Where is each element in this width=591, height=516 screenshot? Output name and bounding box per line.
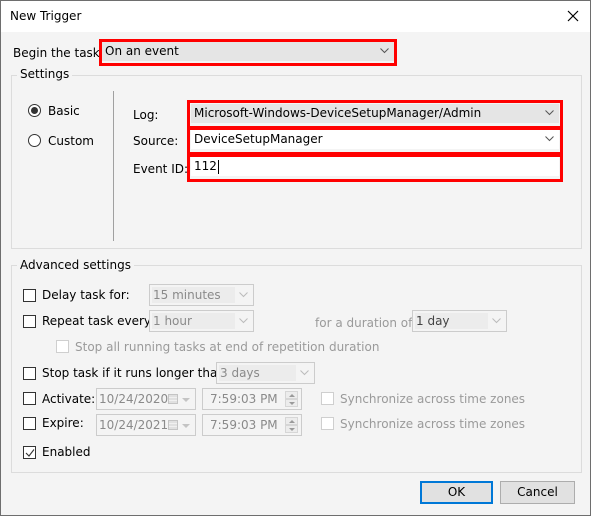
- expire-date-picker[interactable]: 10/24/2021: [96, 414, 196, 436]
- begin-task-dropdown[interactable]: On an event: [102, 42, 394, 61]
- spin-down-icon[interactable]: [285, 425, 298, 433]
- chevron-down-icon: [545, 110, 554, 116]
- time-spinner[interactable]: [285, 417, 298, 433]
- event-id-label: Event ID:: [133, 162, 189, 176]
- repeat-task-dropdown[interactable]: 1 hour: [149, 310, 254, 332]
- activate-time-value: 7:59:03 PM: [210, 392, 278, 406]
- stop-if-longer-value: 3 days: [219, 365, 296, 381]
- spin-up-icon[interactable]: [285, 417, 298, 425]
- stop-all-tasks-checkbox[interactable]: [56, 340, 69, 353]
- activate-sync-checkbox[interactable]: [321, 392, 334, 405]
- delay-task-dropdown[interactable]: 15 minutes: [149, 284, 254, 306]
- basic-radio[interactable]: [28, 104, 41, 117]
- source-dropdown[interactable]: DeviceSetupManager: [191, 130, 559, 149]
- enabled-label: Enabled: [42, 445, 91, 459]
- dropdown-arrow-icon: [182, 398, 190, 402]
- time-spinner[interactable]: [285, 391, 298, 407]
- event-id-input[interactable]: 112: [191, 157, 559, 176]
- window-title: New Trigger: [10, 9, 82, 23]
- duration-dropdown[interactable]: 1 day: [412, 310, 507, 332]
- stop-if-longer-label: Stop task if it runs longer than:: [42, 366, 229, 380]
- title-bar: New Trigger: [1, 1, 590, 32]
- repeat-task-checkbox[interactable]: [23, 315, 36, 328]
- ok-button[interactable]: OK: [420, 481, 493, 504]
- chevron-down-icon: [300, 370, 309, 376]
- activate-time-picker[interactable]: 7:59:03 PM: [202, 388, 302, 410]
- expire-sync-checkbox[interactable]: [321, 417, 334, 430]
- activate-date-picker[interactable]: 10/24/2020: [96, 388, 196, 410]
- activate-label: Activate:: [42, 392, 96, 406]
- expire-date-value: 10/24/2021: [99, 418, 169, 432]
- repeat-task-label: Repeat task every:: [42, 314, 155, 328]
- close-icon: [567, 10, 579, 22]
- expire-label: Expire:: [42, 416, 84, 430]
- enabled-checkbox[interactable]: [23, 446, 36, 459]
- chevron-down-icon: [239, 318, 248, 324]
- custom-radio[interactable]: [28, 134, 41, 147]
- event-id-value: 112: [194, 159, 217, 173]
- basic-radio-label: Basic: [48, 104, 80, 118]
- duration-value: 1 day: [415, 313, 488, 329]
- cancel-button[interactable]: Cancel: [500, 481, 575, 504]
- chevron-down-icon: [239, 292, 248, 298]
- settings-legend: Settings: [17, 67, 73, 81]
- begin-task-label: Begin the task:: [13, 46, 104, 60]
- delay-task-label: Delay task for:: [42, 288, 130, 302]
- repeat-task-value: 1 hour: [152, 313, 235, 329]
- chevron-down-icon: [380, 48, 389, 54]
- activate-sync-label: Synchronize across time zones: [340, 392, 526, 406]
- chevron-down-icon: [492, 318, 501, 324]
- close-button[interactable]: [554, 1, 590, 32]
- source-value: DeviceSetupManager: [194, 132, 323, 146]
- spin-down-icon[interactable]: [285, 399, 298, 407]
- begin-task-value: On an event: [105, 44, 179, 58]
- expire-time-picker[interactable]: 7:59:03 PM: [202, 414, 302, 436]
- log-dropdown[interactable]: Microsoft-Windows-DeviceSetupManager/Adm…: [191, 104, 559, 123]
- checkmark-icon: [25, 449, 35, 457]
- activate-date-value: 10/24/2020: [99, 392, 169, 406]
- stop-all-tasks-label: Stop all running tasks at end of repetit…: [75, 340, 380, 354]
- duration-label: for a duration of:: [315, 316, 416, 330]
- expire-checkbox[interactable]: [23, 417, 36, 430]
- stop-if-longer-dropdown[interactable]: 3 days: [216, 362, 315, 384]
- log-value: Microsoft-Windows-DeviceSetupManager/Adm…: [194, 106, 482, 120]
- delay-task-value: 15 minutes: [152, 287, 235, 303]
- settings-separator: [113, 91, 114, 241]
- source-label: Source:: [133, 134, 179, 148]
- stop-if-longer-checkbox[interactable]: [23, 367, 36, 380]
- log-label: Log:: [133, 108, 159, 122]
- chevron-down-icon: [545, 136, 554, 142]
- calendar-icon: [168, 420, 178, 430]
- new-trigger-dialog: New Trigger Begin the task: On an event …: [0, 0, 591, 516]
- text-caret: [217, 159, 219, 174]
- dropdown-arrow-icon: [182, 424, 190, 428]
- custom-radio-label: Custom: [48, 134, 94, 148]
- calendar-icon: [168, 394, 178, 404]
- expire-sync-label: Synchronize across time zones: [340, 417, 526, 431]
- spin-up-icon[interactable]: [285, 391, 298, 399]
- expire-time-value: 7:59:03 PM: [210, 418, 278, 432]
- delay-task-checkbox[interactable]: [23, 289, 36, 302]
- activate-checkbox[interactable]: [23, 392, 36, 405]
- advanced-settings-legend: Advanced settings: [17, 258, 134, 272]
